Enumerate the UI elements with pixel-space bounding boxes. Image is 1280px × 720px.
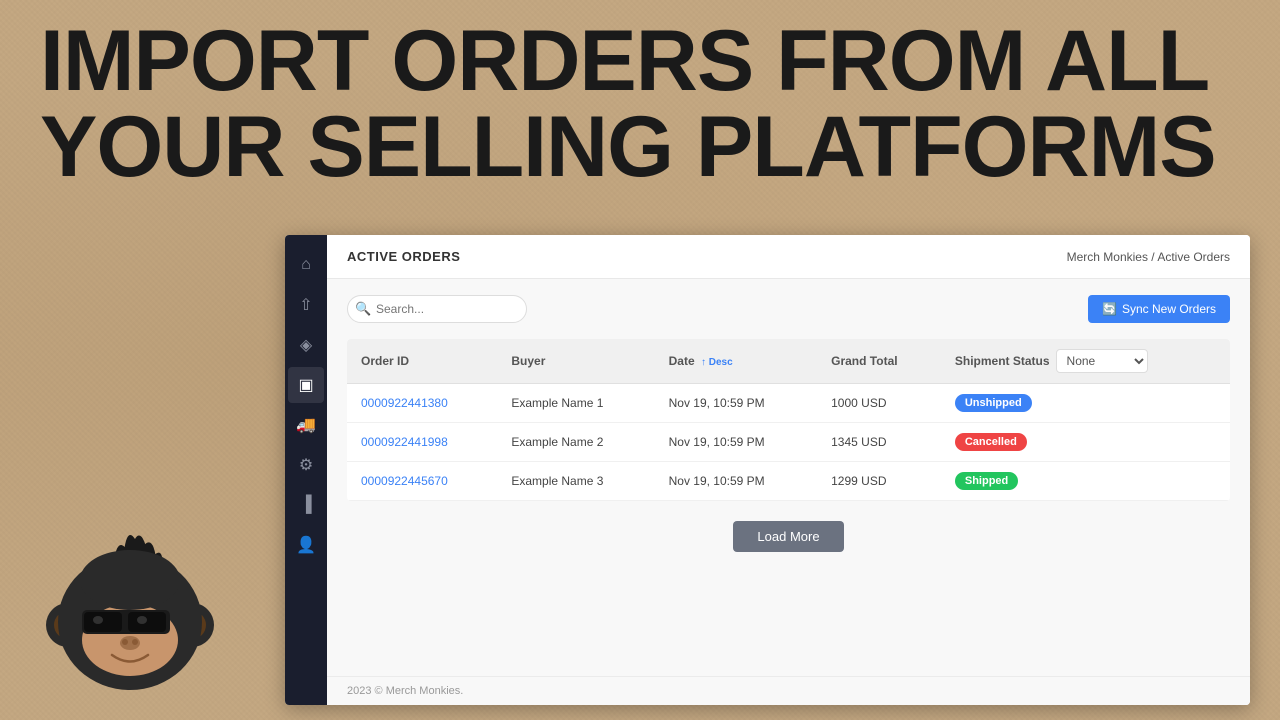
orders-icon: ▣ — [298, 375, 313, 395]
cell-grand-total: 1345 USD — [817, 423, 941, 462]
settings-icon: ⚙ — [299, 455, 313, 475]
shipping-icon: 🚚 — [296, 415, 316, 435]
order-id-link[interactable]: 0000922445670 — [361, 474, 448, 488]
analytics-icon: ▐ — [300, 496, 311, 514]
breadcrumb-current: Active Orders — [1157, 250, 1230, 264]
col-order-id: Order ID — [347, 339, 497, 384]
cell-order-id: 0000922445670 — [347, 462, 497, 501]
table-row: 0000922441998 Example Name 2 Nov 19, 10:… — [347, 423, 1230, 462]
status-badge: Shipped — [955, 472, 1018, 490]
sync-icon: 🔄 — [1102, 302, 1117, 316]
cell-shipment-status: Shipped — [941, 462, 1230, 501]
sidebar-item-tags[interactable]: ◈ — [288, 327, 324, 363]
app-window: ⌂ ⇧ ◈ ▣ 🚚 ⚙ ▐ 👤 ACTIVE ORDERS Merch Mon — [285, 235, 1250, 705]
home-icon: ⌂ — [301, 256, 311, 274]
table-row: 0000922441380 Example Name 1 Nov 19, 10:… — [347, 384, 1230, 423]
sync-new-orders-button[interactable]: 🔄 Sync New Orders — [1088, 295, 1230, 323]
search-input[interactable] — [347, 295, 527, 323]
footer-text: 2023 © Merch Monkies. — [347, 685, 463, 697]
cell-order-id: 0000922441998 — [347, 423, 497, 462]
headline-line1: Import Orders from All — [40, 18, 1240, 104]
table-row: 0000922445670 Example Name 3 Nov 19, 10:… — [347, 462, 1230, 501]
search-wrapper: 🔍 — [347, 295, 527, 323]
toolbar-row: 🔍 🔄 Sync New Orders — [347, 295, 1230, 323]
search-icon: 🔍 — [355, 301, 371, 317]
cell-buyer: Example Name 1 — [497, 384, 654, 423]
upload-icon: ⇧ — [299, 295, 312, 315]
order-id-link[interactable]: 0000922441380 — [361, 396, 448, 410]
load-more-row: Load More — [347, 521, 1230, 562]
cell-order-id: 0000922441380 — [347, 384, 497, 423]
headline-line2: Your Selling Platforms — [40, 104, 1240, 190]
col-buyer: Buyer — [497, 339, 654, 384]
col-grand-total: Grand Total — [817, 339, 941, 384]
orders-table: Order ID Buyer Date ↑ Desc Grand Total — [347, 339, 1230, 501]
order-id-link[interactable]: 0000922441998 — [361, 435, 448, 449]
headline: Import Orders from All Your Selling Plat… — [40, 18, 1240, 190]
col-date[interactable]: Date ↑ Desc — [655, 339, 818, 384]
cell-grand-total: 1000 USD — [817, 384, 941, 423]
status-badge: Cancelled — [955, 433, 1027, 451]
cell-shipment-status: Unshipped — [941, 384, 1230, 423]
main-content: ACTIVE ORDERS Merch Monkies / Active Ord… — [327, 235, 1250, 705]
sidebar-item-home[interactable]: ⌂ — [288, 247, 324, 283]
page-title: ACTIVE ORDERS — [347, 249, 460, 264]
cell-date: Nov 19, 10:59 PM — [655, 384, 818, 423]
monkey-mascot — [30, 510, 230, 710]
col-shipment-status: Shipment Status None Unshipped Shipped C… — [941, 339, 1230, 384]
sidebar-item-account[interactable]: 👤 — [288, 527, 324, 563]
sync-button-label: Sync New Orders — [1122, 302, 1216, 316]
cell-date: Nov 19, 10:59 PM — [655, 462, 818, 501]
cell-date: Nov 19, 10:59 PM — [655, 423, 818, 462]
cell-shipment-status: Cancelled — [941, 423, 1230, 462]
shipment-status-filter[interactable]: None Unshipped Shipped Cancelled — [1056, 349, 1148, 373]
sidebar-item-shipping[interactable]: 🚚 — [288, 407, 324, 443]
breadcrumb-parent: Merch Monkies — [1067, 250, 1148, 264]
cell-grand-total: 1299 USD — [817, 462, 941, 501]
cell-buyer: Example Name 2 — [497, 423, 654, 462]
table-header-row: Order ID Buyer Date ↑ Desc Grand Total — [347, 339, 1230, 384]
top-bar: ACTIVE ORDERS Merch Monkies / Active Ord… — [327, 235, 1250, 279]
sidebar-item-orders[interactable]: ▣ — [288, 367, 324, 403]
content-area: 🔍 🔄 Sync New Orders Order ID Bu — [327, 279, 1250, 676]
cell-buyer: Example Name 3 — [497, 462, 654, 501]
sidebar-item-settings[interactable]: ⚙ — [288, 447, 324, 483]
breadcrumb: Merch Monkies / Active Orders — [1067, 250, 1230, 264]
sidebar-item-upload[interactable]: ⇧ — [288, 287, 324, 323]
footer: 2023 © Merch Monkies. — [327, 676, 1250, 705]
sort-indicator: ↑ Desc — [701, 357, 733, 368]
sidebar-item-analytics[interactable]: ▐ — [288, 487, 324, 523]
sidebar: ⌂ ⇧ ◈ ▣ 🚚 ⚙ ▐ 👤 — [285, 235, 327, 705]
account-icon: 👤 — [296, 535, 316, 555]
load-more-button[interactable]: Load More — [733, 521, 843, 552]
tag-icon: ◈ — [300, 335, 312, 355]
status-badge: Unshipped — [955, 394, 1032, 412]
